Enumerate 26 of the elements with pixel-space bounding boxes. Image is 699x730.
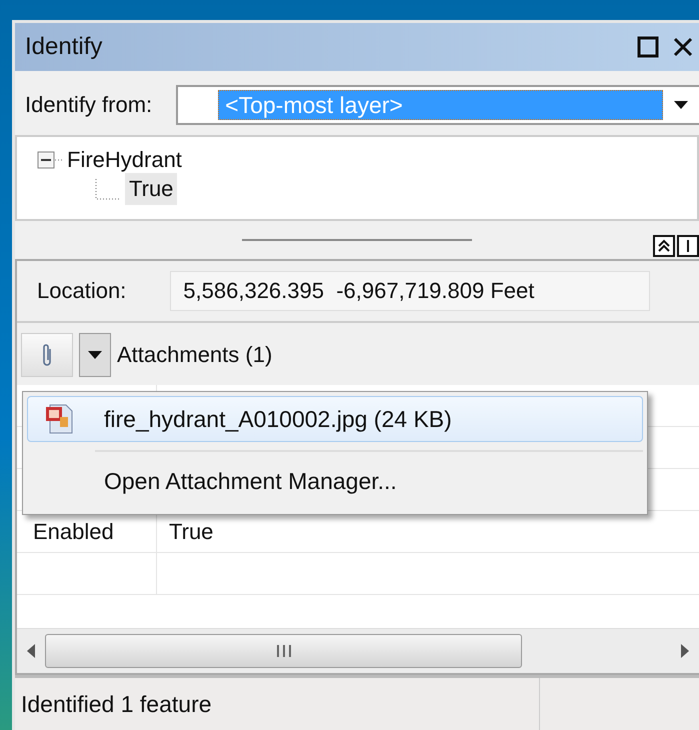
location-label: Location: [37, 278, 126, 304]
attachments-label: Attachments (1) [117, 342, 272, 368]
paperclip-icon [40, 342, 54, 368]
attachment-button[interactable] [21, 333, 73, 377]
tree-item[interactable]: FireHydrant [67, 147, 182, 173]
location-value: 5,586,326.395 -6,967,719.809 Feet [170, 271, 650, 311]
menu-item[interactable]: fire_hydrant_A010002.jpg (24 KB) [27, 396, 643, 442]
grip-icon [276, 644, 292, 658]
status-text: Identified 1 feature [15, 678, 540, 730]
field-value: True [168, 518, 214, 546]
caret-icon [88, 351, 102, 359]
scroll-left-icon[interactable] [27, 644, 37, 658]
collapse-panel-icon[interactable] [653, 235, 675, 257]
maximize-icon[interactable] [637, 36, 659, 58]
window-title: Identify [25, 33, 102, 61]
scroll-right-icon[interactable] [679, 644, 689, 658]
panel-button-icon[interactable] [677, 235, 699, 257]
menu-item[interactable]: Open Attachment Manager... [27, 452, 643, 510]
attachments-dropdown-button[interactable] [79, 333, 111, 377]
identify-from-label: Identify from: [25, 92, 152, 118]
scroll-thumb[interactable] [45, 634, 522, 668]
tree-item[interactable]: True [125, 173, 178, 205]
caret-icon [674, 101, 688, 109]
image-file-icon [44, 403, 74, 435]
collapse-icon[interactable] [37, 151, 63, 169]
close-icon[interactable] [673, 37, 693, 57]
